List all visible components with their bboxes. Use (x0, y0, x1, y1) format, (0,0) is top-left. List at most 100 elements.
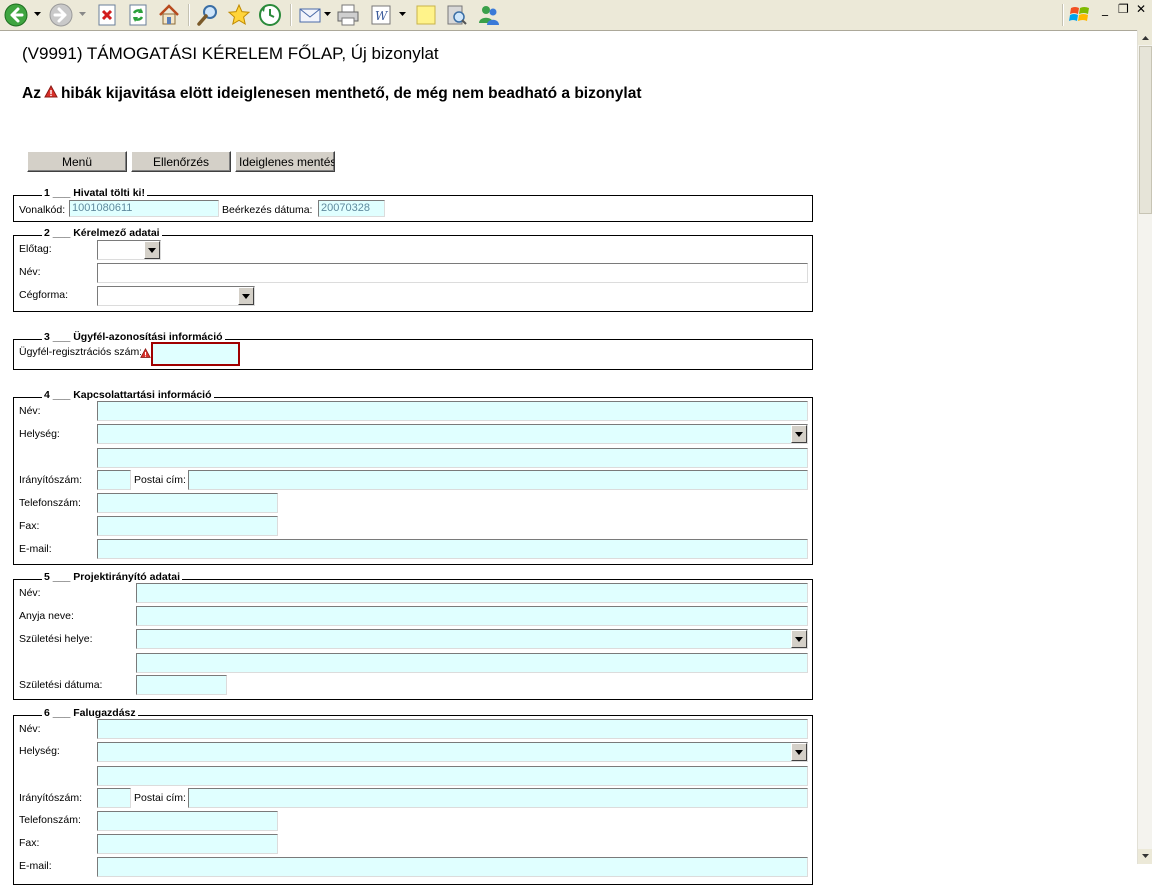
birthdate-label: Születési dátuma: (19, 679, 103, 691)
back-icon[interactable] (4, 3, 28, 27)
stop-icon[interactable] (95, 3, 119, 27)
edit-icon[interactable]: W (369, 3, 393, 27)
farmer-city-label: Helység: (19, 745, 60, 757)
prefix-label: Előtag: (19, 243, 52, 255)
prefix-select[interactable] (97, 240, 161, 260)
barcode-label: Vonalkód: (19, 204, 66, 216)
mail-icon[interactable] (298, 3, 322, 27)
chevron-down-icon[interactable] (238, 287, 254, 305)
history-icon[interactable] (258, 3, 282, 27)
contact-phone-label: Telefonszám: (19, 497, 81, 509)
arrival-date-field[interactable]: 20070328 (318, 200, 385, 217)
toolbar-separator (188, 4, 190, 26)
section-legend: 2 ___ Kérelmező adatai (42, 227, 162, 239)
contact-phone-field[interactable] (97, 493, 278, 513)
farmer-name-label: Név: (19, 723, 41, 735)
home-icon[interactable] (157, 3, 181, 27)
contact-email-field[interactable] (97, 539, 808, 559)
contact-fax-label: Fax: (19, 520, 40, 532)
warning-message: Az hibák kijavitása elött ideiglenesen me… (22, 85, 641, 103)
chevron-down-icon[interactable] (791, 425, 807, 443)
forward-icon[interactable] (49, 3, 73, 27)
contact-zip-label: Irányítószám: (19, 474, 83, 486)
section-project-manager: 5 ___ Projektirányító adatai Név: Anyja … (13, 571, 813, 700)
vertical-scrollbar[interactable] (1137, 30, 1152, 864)
section-applicant: 2 ___ Kérelmező adatai Előtag: Név: Cégf… (13, 227, 813, 312)
scroll-thumb[interactable] (1139, 46, 1152, 214)
mail-dropdown-icon[interactable] (324, 10, 331, 17)
contact-city-select[interactable] (97, 424, 808, 444)
print-icon[interactable] (336, 3, 360, 27)
barcode-field[interactable]: 1001080611 (69, 200, 219, 217)
contact-postal-label: Postai cím: (134, 474, 186, 486)
research-icon[interactable] (444, 3, 468, 27)
messenger-icon[interactable] (477, 3, 501, 27)
birthplace-extra-field[interactable] (136, 653, 808, 673)
section-village-farmer: 6 ___ Falugazdász Név: Helység: Irányító… (13, 707, 813, 885)
company-form-select[interactable] (97, 286, 255, 306)
menu-button[interactable]: Menü (27, 151, 127, 172)
company-form-label: Cégforma: (19, 289, 69, 301)
farmer-postal-label: Postai cím: (134, 792, 186, 804)
registration-number-field[interactable] (151, 342, 240, 366)
temporary-save-button[interactable]: Ideiglenes mentés (235, 151, 335, 172)
favorites-icon[interactable] (227, 3, 251, 27)
farmer-phone-label: Telefonszám: (19, 814, 81, 826)
refresh-icon[interactable] (126, 3, 150, 27)
contact-city-extra-field[interactable] (97, 448, 808, 468)
manager-name-field[interactable] (136, 583, 808, 603)
search-icon[interactable] (196, 3, 220, 27)
warning-icon (44, 85, 58, 99)
check-button[interactable]: Ellenőrzés (131, 151, 231, 172)
farmer-postal-field[interactable] (188, 788, 808, 808)
contact-name-field[interactable] (97, 401, 808, 421)
page-title: (V9991) TÁMOGATÁSI KÉRELEM FŐLAP, Új biz… (22, 44, 439, 63)
browser-toolbar: W _ ❐ ✕ (0, 0, 1152, 31)
manager-name-label: Név: (19, 587, 41, 599)
birthplace-label: Születési helye: (19, 633, 93, 645)
close-button[interactable]: ✕ (1136, 2, 1146, 16)
warning-text-after: hibák kijavitása elött ideiglenesen ment… (60, 85, 642, 102)
farmer-fax-field[interactable] (97, 834, 278, 854)
contact-city-label: Helység: (19, 428, 60, 440)
chevron-down-icon[interactable] (791, 630, 807, 648)
scroll-up-arrow-icon[interactable] (1138, 30, 1152, 45)
birthdate-field[interactable] (136, 675, 227, 695)
farmer-phone-field[interactable] (97, 811, 278, 831)
farmer-city-select[interactable] (97, 742, 808, 762)
mother-name-field[interactable] (136, 606, 808, 626)
name-label: Név: (19, 266, 41, 278)
section-office-use: 1 ___ Hivatal tölti ki! Vonalkód: 100108… (13, 187, 813, 222)
minimize-button[interactable]: _ (1102, 2, 1108, 16)
notes-icon[interactable] (414, 3, 438, 27)
warning-text-before: Az (22, 85, 41, 102)
contact-zip-field[interactable] (97, 470, 131, 490)
section-legend: 5 ___ Projektirányító adatai (42, 571, 182, 583)
contact-postal-field[interactable] (188, 470, 808, 490)
section-legend: 1 ___ Hivatal tölti ki! (42, 187, 147, 199)
registration-number-label: Ügyfél-regisztrációs szám: (19, 346, 141, 358)
farmer-city-extra-field[interactable] (97, 766, 808, 786)
farmer-name-field[interactable] (97, 719, 808, 739)
farmer-zip-field[interactable] (97, 788, 131, 808)
back-dropdown-icon[interactable] (34, 10, 41, 17)
mother-name-label: Anyja neve: (19, 610, 74, 622)
scroll-down-arrow-icon[interactable] (1138, 849, 1152, 864)
birthplace-select[interactable] (136, 629, 808, 649)
contact-email-label: E-mail: (19, 543, 52, 555)
edit-dropdown-icon[interactable] (399, 10, 406, 17)
farmer-email-label: E-mail: (19, 860, 52, 872)
farmer-email-field[interactable] (97, 857, 808, 877)
contact-fax-field[interactable] (97, 516, 278, 536)
section-legend: 4 ___ Kapcsolattartási információ (42, 389, 214, 401)
farmer-zip-label: Irányítószám: (19, 792, 83, 804)
restore-button[interactable]: ❐ (1118, 2, 1129, 16)
forward-dropdown-icon[interactable] (79, 10, 86, 17)
section-client-id: 3 ___ Ügyfél-azonosítási információ Ügyf… (13, 331, 813, 370)
section-legend: 6 ___ Falugazdász (42, 707, 138, 719)
chevron-down-icon[interactable] (144, 241, 160, 259)
error-warning-icon (140, 348, 151, 359)
windows-logo-icon (1068, 3, 1094, 27)
chevron-down-icon[interactable] (791, 743, 807, 761)
name-field[interactable] (97, 263, 808, 283)
